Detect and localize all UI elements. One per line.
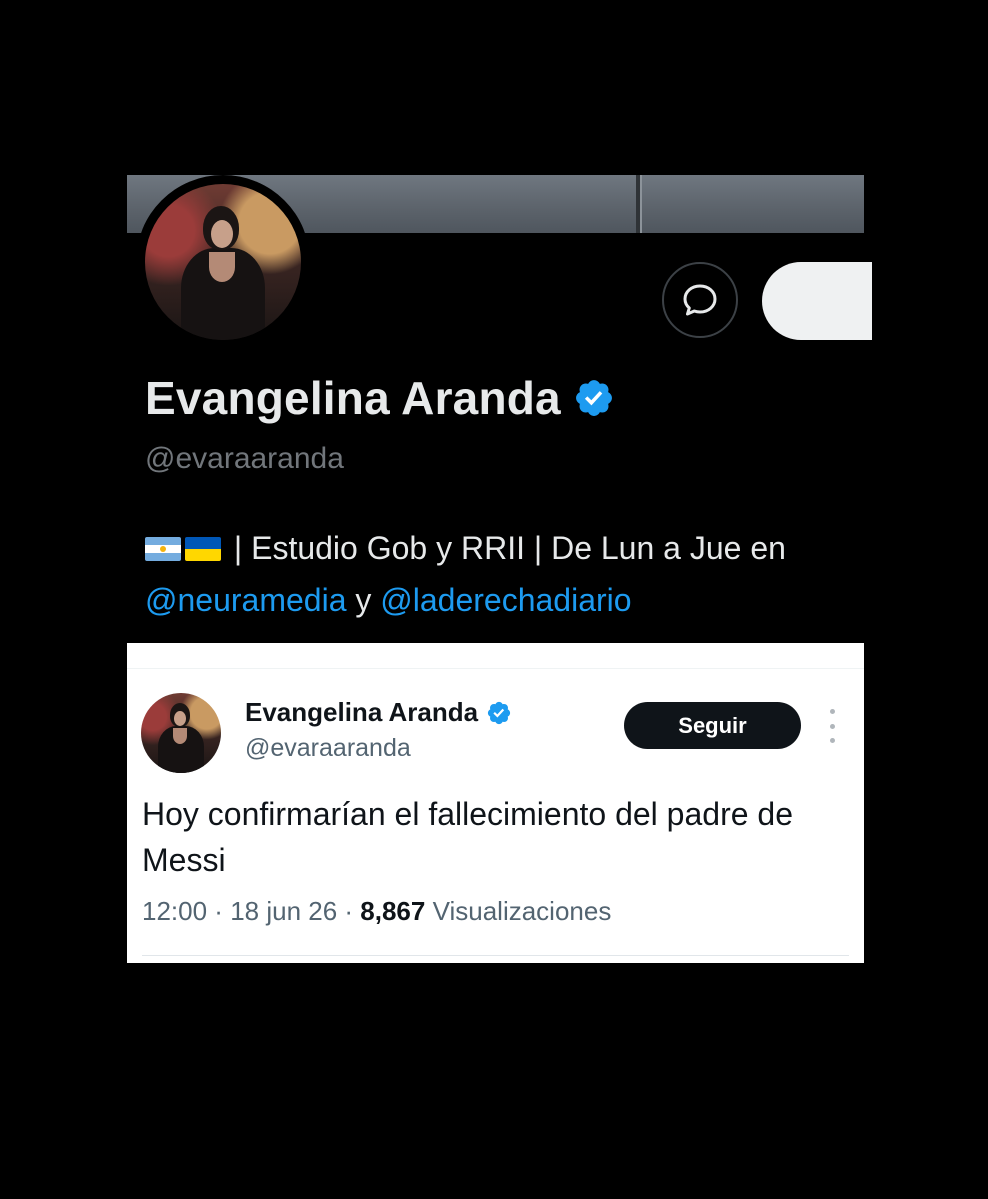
divider [142, 955, 849, 956]
tweet-author-row[interactable]: Evangelina Aranda [245, 697, 512, 728]
profile-bio: | Estudio Gob y RRII | De Lun a Jue en @… [145, 522, 865, 626]
avatar-person-skin [173, 728, 187, 744]
avatar-person-skin [209, 252, 235, 282]
bio-text: | Estudio Gob y RRII | De Lun a Jue en [225, 530, 786, 566]
tweet-author-name[interactable]: Evangelina Aranda [245, 697, 478, 728]
message-button[interactable] [662, 262, 738, 338]
profile-avatar-photo [145, 184, 301, 340]
bio-mention-neuramedia[interactable]: @neuramedia [145, 582, 346, 618]
argentina-flag-icon [145, 537, 181, 561]
meta-separator: · [207, 896, 231, 926]
bio-connector: y [346, 582, 381, 618]
profile-avatar[interactable] [136, 175, 310, 349]
tweet-author-handle[interactable]: @evaraaranda [245, 734, 411, 763]
profile-name-row: Evangelina Aranda [145, 371, 615, 425]
profile-header: Evangelina Aranda @evaraaranda | Estudio… [127, 175, 872, 643]
tweet-text: Hoy confirmarían el fallecimiento del pa… [142, 796, 793, 878]
tweet-views-label: Visualizaciones [432, 896, 612, 926]
follow-button[interactable]: Seguir [624, 702, 801, 749]
avatar-person-face [174, 711, 186, 726]
follow-button-partial[interactable] [762, 262, 872, 340]
bio-mention-laderechadiario[interactable]: @laderechadiario [380, 582, 631, 618]
more-dot [829, 709, 835, 714]
ukraine-flag-icon [185, 537, 221, 561]
tweet-time[interactable]: 12:00 [142, 896, 207, 926]
verified-badge-icon [575, 380, 612, 416]
tweet-views-count: 8,867 [360, 896, 426, 926]
tweet-author-avatar[interactable] [141, 693, 221, 773]
meta-separator: · [337, 896, 361, 926]
profile-handle: @evaraaranda [145, 442, 344, 475]
profile-display-name: Evangelina Aranda [145, 372, 561, 424]
more-options-icon[interactable] [822, 709, 842, 743]
tweet-card[interactable]: Evangelina Aranda @evaraaranda Seguir Ho… [127, 643, 864, 963]
more-dot [829, 738, 835, 743]
banner-pole-highlight [640, 175, 642, 233]
message-bubble-icon [683, 284, 717, 316]
verified-badge-icon [488, 701, 511, 724]
tweet-date[interactable]: 18 jun 26 [230, 896, 337, 926]
avatar-person-face [211, 220, 233, 248]
tweet-meta: 12:00 · 18 jun 26 · 8,867 Visualizacione… [142, 896, 611, 927]
divider [127, 668, 864, 669]
more-dot [829, 723, 835, 729]
